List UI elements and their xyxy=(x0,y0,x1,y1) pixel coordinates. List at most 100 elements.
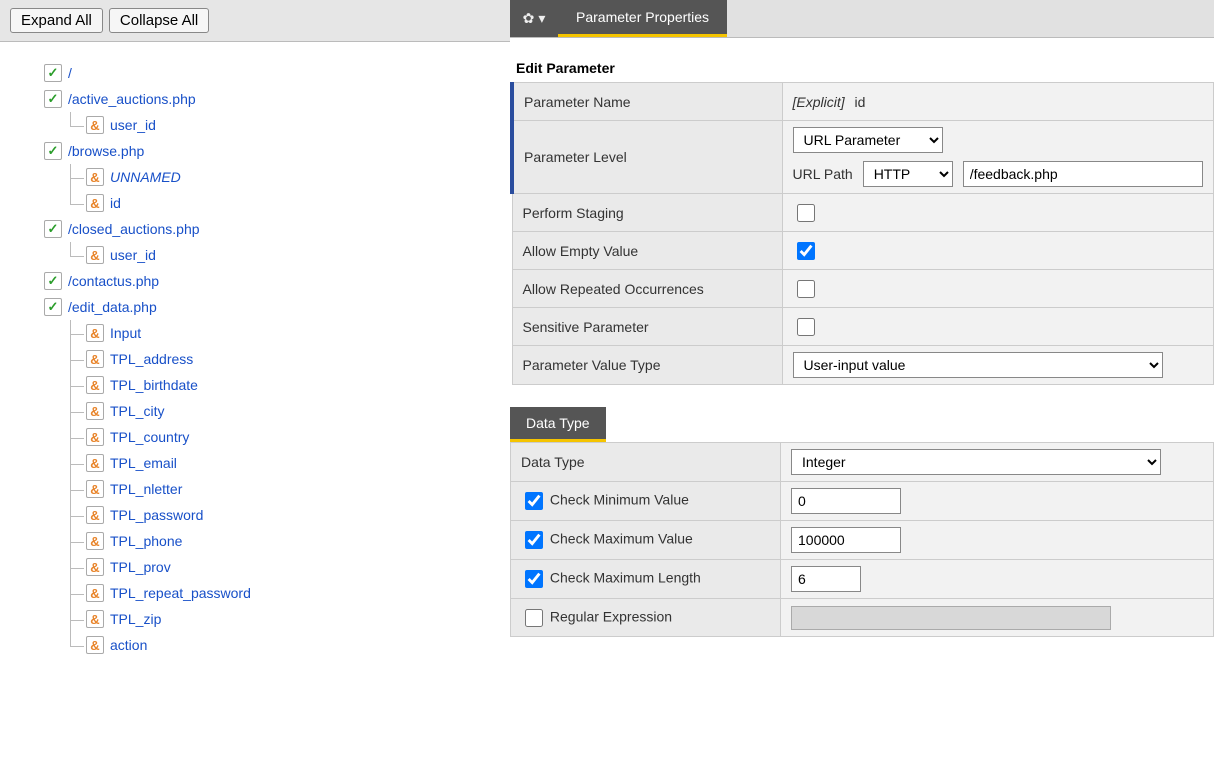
tree-item-label[interactable]: TPL_city xyxy=(110,403,164,419)
check-len-checkbox[interactable] xyxy=(525,570,543,588)
tree-file-row[interactable]: ✓ /edit_data.php xyxy=(44,294,500,320)
regex-checkbox[interactable] xyxy=(525,609,543,627)
param-icon: & xyxy=(86,480,104,498)
sensitive-param-label: Sensitive Parameter xyxy=(512,308,782,346)
tree-item-label[interactable]: user_id xyxy=(110,247,156,263)
tree-param-row[interactable]: &TPL_address xyxy=(86,346,500,372)
param-icon: & xyxy=(86,376,104,394)
tree-item-label[interactable]: /contactus.php xyxy=(68,273,159,289)
tree-file-row[interactable]: ✓ /active_auctions.php xyxy=(44,86,500,112)
tree-param-row[interactable]: &action xyxy=(86,632,500,658)
url-path-label: URL Path xyxy=(793,166,853,182)
tree-item-label[interactable]: TPL_prov xyxy=(110,559,171,575)
tree-param-row[interactable]: &TPL_prov xyxy=(86,554,500,580)
tree-param-row[interactable]: &id xyxy=(86,190,500,216)
param-level-select[interactable]: URL Parameter xyxy=(793,127,943,153)
param-name-value-cell: [Explicit] id xyxy=(782,83,1214,121)
perform-staging-checkbox[interactable] xyxy=(797,204,815,222)
check-min-checkbox[interactable] xyxy=(525,492,543,510)
allow-repeated-checkbox[interactable] xyxy=(797,280,815,298)
param-icon: & xyxy=(86,428,104,446)
tree-item-label[interactable]: TPL_phone xyxy=(110,533,182,549)
tree-param-row[interactable]: &TPL_nletter xyxy=(86,476,500,502)
properties-panel: ✿ ▾ Parameter Properties Edit Parameter … xyxy=(510,0,1214,761)
tree-item-label[interactable]: action xyxy=(110,637,147,653)
tree-param-row[interactable]: &user_id xyxy=(86,112,500,138)
allow-empty-checkbox[interactable] xyxy=(797,242,815,260)
tree-item-label[interactable]: / xyxy=(68,65,72,81)
data-type-select[interactable]: Integer xyxy=(791,449,1161,475)
file-icon: ✓ xyxy=(44,90,62,108)
tree-item-label[interactable]: TPL_address xyxy=(110,351,193,367)
tree-item-label[interactable]: UNNAMED xyxy=(110,169,181,185)
tree-file-row[interactable]: ✓/ xyxy=(44,60,500,86)
param-icon: & xyxy=(86,116,104,134)
url-path-input[interactable] xyxy=(963,161,1203,187)
allow-empty-label: Allow Empty Value xyxy=(512,232,782,270)
tree-param-row[interactable]: &user_id xyxy=(86,242,500,268)
tree-item-label[interactable]: /active_auctions.php xyxy=(68,91,196,107)
tree-param-row[interactable]: &TPL_city xyxy=(86,398,500,424)
param-icon: & xyxy=(86,584,104,602)
tree-item-label[interactable]: TPL_country xyxy=(110,429,189,445)
url-path-protocol-select[interactable]: HTTP xyxy=(863,161,953,187)
tab-parameter-properties[interactable]: Parameter Properties xyxy=(558,0,727,37)
param-icon: & xyxy=(86,558,104,576)
max-value-input[interactable] xyxy=(791,527,901,553)
file-icon: ✓ xyxy=(44,298,62,316)
tree-item-label[interactable]: TPL_nletter xyxy=(110,481,182,497)
data-type-label: Data Type xyxy=(511,443,781,482)
sidebar: Expand All Collapse All ✓/✓/active_aucti… xyxy=(0,0,510,761)
tree-file-row[interactable]: ✓/contactus.php xyxy=(44,268,500,294)
tree-item-label[interactable]: user_id xyxy=(110,117,156,133)
tree-item-label[interactable]: /browse.php xyxy=(68,143,144,159)
param-icon: & xyxy=(86,506,104,524)
expand-all-button[interactable]: Expand All xyxy=(10,8,103,33)
tree-param-row[interactable]: &TPL_phone xyxy=(86,528,500,554)
param-icon: & xyxy=(86,246,104,264)
tab-data-type[interactable]: Data Type xyxy=(510,407,606,442)
param-icon: & xyxy=(86,324,104,342)
tree-item-label[interactable]: TPL_zip xyxy=(110,611,161,627)
tree-item-label[interactable]: /closed_auctions.php xyxy=(68,221,200,237)
tree-param-row[interactable]: &UNNAMED xyxy=(86,164,500,190)
param-name-label: Parameter Name xyxy=(512,83,782,121)
collapse-all-button[interactable]: Collapse All xyxy=(109,8,209,33)
tree-item-label[interactable]: id xyxy=(110,195,121,211)
allow-repeated-label: Allow Repeated Occurrences xyxy=(512,270,782,308)
tree-param-row[interactable]: &TPL_birthdate xyxy=(86,372,500,398)
tree-param-row[interactable]: &TPL_repeat_password xyxy=(86,580,500,606)
tree-item-label[interactable]: Input xyxy=(110,325,141,341)
file-icon: ✓ xyxy=(44,64,62,82)
tree-item-label[interactable]: TPL_repeat_password xyxy=(110,585,251,601)
tree-toolbar: Expand All Collapse All xyxy=(0,0,510,42)
tree-item-label[interactable]: TPL_birthdate xyxy=(110,377,198,393)
tree-item-label[interactable]: TPL_password xyxy=(110,507,203,523)
tree-file-row[interactable]: ✓/closed_auctions.php xyxy=(44,216,500,242)
tree-file-row[interactable]: ✓ /browse.php xyxy=(44,138,500,164)
max-length-input[interactable] xyxy=(791,566,861,592)
param-value-type-select[interactable]: User-input value xyxy=(793,352,1163,378)
tree-item-label[interactable]: TPL_email xyxy=(110,455,177,471)
tree-param-row[interactable]: &Input xyxy=(86,320,500,346)
tree-param-row[interactable]: &TPL_country xyxy=(86,424,500,450)
param-name-prefix: [Explicit] xyxy=(793,94,845,110)
perform-staging-label: Perform Staging xyxy=(512,194,782,232)
settings-gear-tab[interactable]: ✿ ▾ xyxy=(510,0,558,37)
min-value-input[interactable] xyxy=(791,488,901,514)
sensitive-param-checkbox[interactable] xyxy=(797,318,815,336)
check-min-label: Check Minimum Value xyxy=(550,492,689,508)
tree-param-row[interactable]: &TPL_email xyxy=(86,450,500,476)
param-icon: & xyxy=(86,194,104,212)
panel-tabbar: ✿ ▾ Parameter Properties xyxy=(510,0,1214,38)
check-max-checkbox[interactable] xyxy=(525,531,543,549)
tree-param-row[interactable]: &TPL_password xyxy=(86,502,500,528)
file-icon: ✓ xyxy=(44,142,62,160)
tree-param-row[interactable]: &TPL_zip xyxy=(86,606,500,632)
caret-down-icon: ▾ xyxy=(538,10,545,27)
param-value-type-label: Parameter Value Type xyxy=(512,346,782,385)
gear-icon: ✿ xyxy=(523,10,535,27)
data-type-table: Data Type Integer Check Minimum Value xyxy=(510,442,1214,637)
tree-item-label[interactable]: /edit_data.php xyxy=(68,299,157,315)
param-level-label: Parameter Level xyxy=(512,121,782,194)
